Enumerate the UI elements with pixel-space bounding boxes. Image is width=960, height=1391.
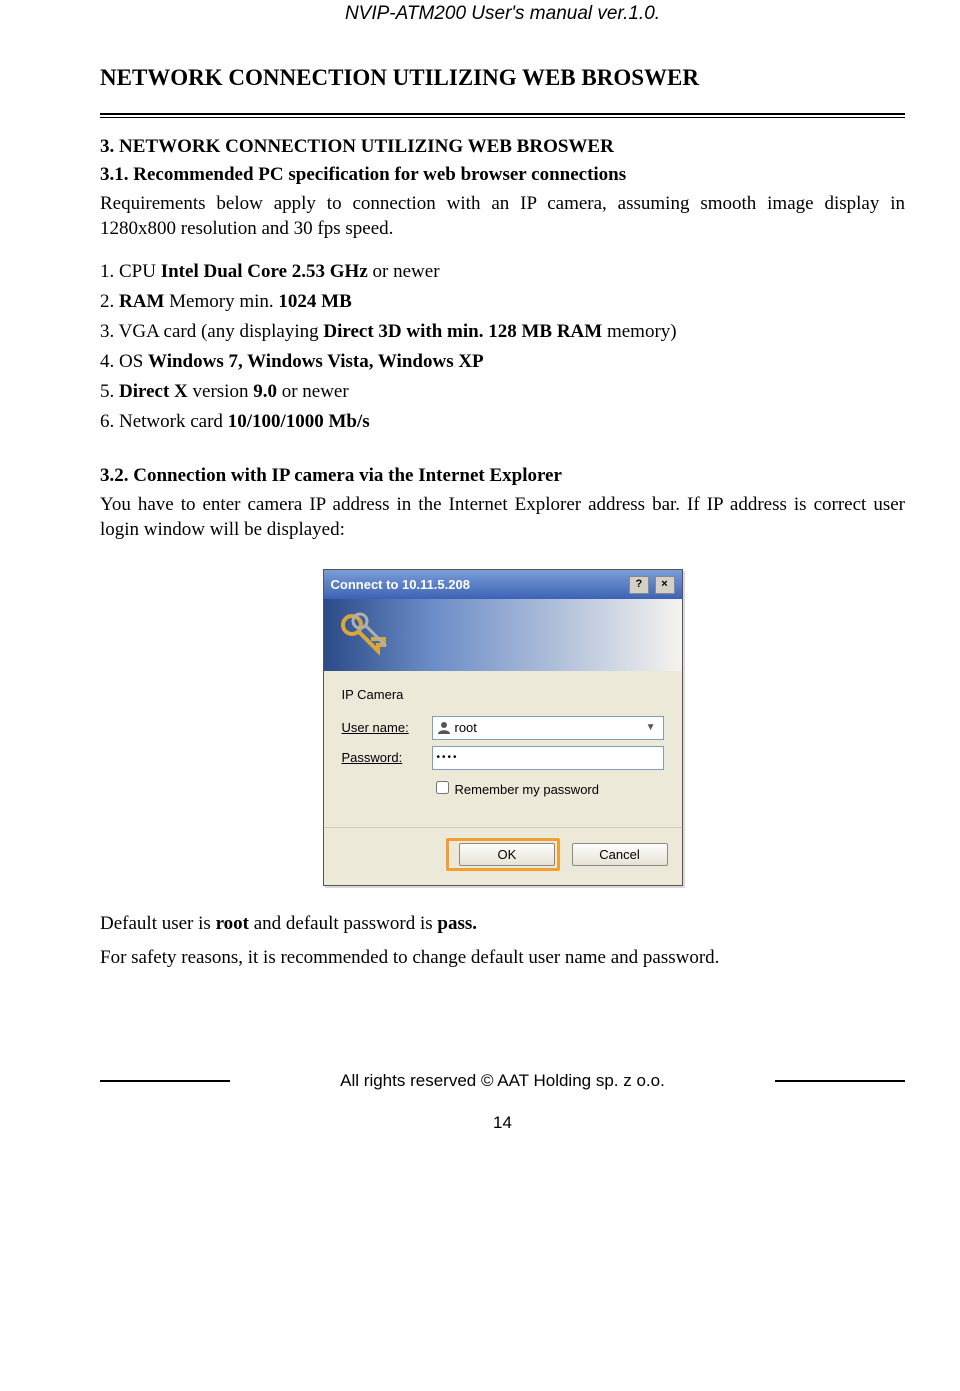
- subsection-heading: 3.1. Recommended PC specification for we…: [100, 164, 905, 186]
- dialog-banner: [324, 599, 682, 671]
- dialog-section-label: IP Camera: [342, 687, 664, 702]
- divider: [100, 113, 905, 118]
- help-icon[interactable]: ?: [629, 576, 649, 594]
- subsection-heading: 3.2. Connection with IP camera via the I…: [100, 465, 905, 487]
- dialog-titlebar: Connect to 10.11.5.208 ? ×: [324, 570, 682, 599]
- cancel-button[interactable]: Cancel: [572, 843, 668, 866]
- ok-button-highlight: OK: [446, 838, 560, 871]
- ok-button[interactable]: OK: [459, 843, 555, 866]
- remember-password-checkbox[interactable]: Remember my password: [432, 778, 664, 797]
- close-icon[interactable]: ×: [655, 576, 675, 594]
- person-icon: [437, 721, 451, 735]
- username-input[interactable]: root ▼: [432, 716, 664, 740]
- requirements-list: 1. CPU Intel Dual Core 2.53 GHz or newer…: [100, 261, 905, 433]
- keys-icon: [338, 611, 394, 661]
- chevron-down-icon[interactable]: ▼: [643, 722, 659, 733]
- body-paragraph: Requirements below apply to connection w…: [100, 192, 905, 241]
- list-item: 4. OS Windows 7, Windows Vista, Windows …: [100, 351, 905, 373]
- page-number: 14: [100, 1113, 905, 1145]
- body-paragraph: Default user is root and default passwor…: [100, 912, 905, 937]
- section-heading: 3. NETWORK CONNECTION UTILIZING WEB BROS…: [100, 136, 905, 158]
- list-item: 3. VGA card (any displaying Direct 3D wi…: [100, 321, 905, 343]
- copyright-text: All rights reserved © AAT Holding sp. z …: [230, 1071, 775, 1091]
- list-item: 5. Direct X version 9.0 or newer: [100, 381, 905, 403]
- page-title: NETWORK CONNECTION UTILIZING WEB BROSWER: [100, 45, 905, 113]
- password-label: Password:: [342, 750, 432, 765]
- login-dialog: Connect to 10.11.5.208 ? × IP Camera Use…: [323, 569, 683, 886]
- username-label: User name:: [342, 720, 432, 735]
- password-input[interactable]: ••••: [432, 746, 664, 770]
- dialog-title-text: Connect to 10.11.5.208: [331, 577, 470, 592]
- list-item: 2. RAM Memory min. 1024 MB: [100, 291, 905, 313]
- running-header: NVIP-ATM200 User's manual ver.1.0.: [100, 0, 905, 45]
- footer: All rights reserved © AAT Holding sp. z …: [100, 1071, 905, 1091]
- list-item: 1. CPU Intel Dual Core 2.53 GHz or newer: [100, 261, 905, 283]
- list-item: 6. Network card 10/100/1000 Mb/s: [100, 411, 905, 433]
- body-paragraph: You have to enter camera IP address in t…: [100, 493, 905, 542]
- checkbox[interactable]: [436, 781, 449, 794]
- body-paragraph: For safety reasons, it is recommended to…: [100, 946, 905, 971]
